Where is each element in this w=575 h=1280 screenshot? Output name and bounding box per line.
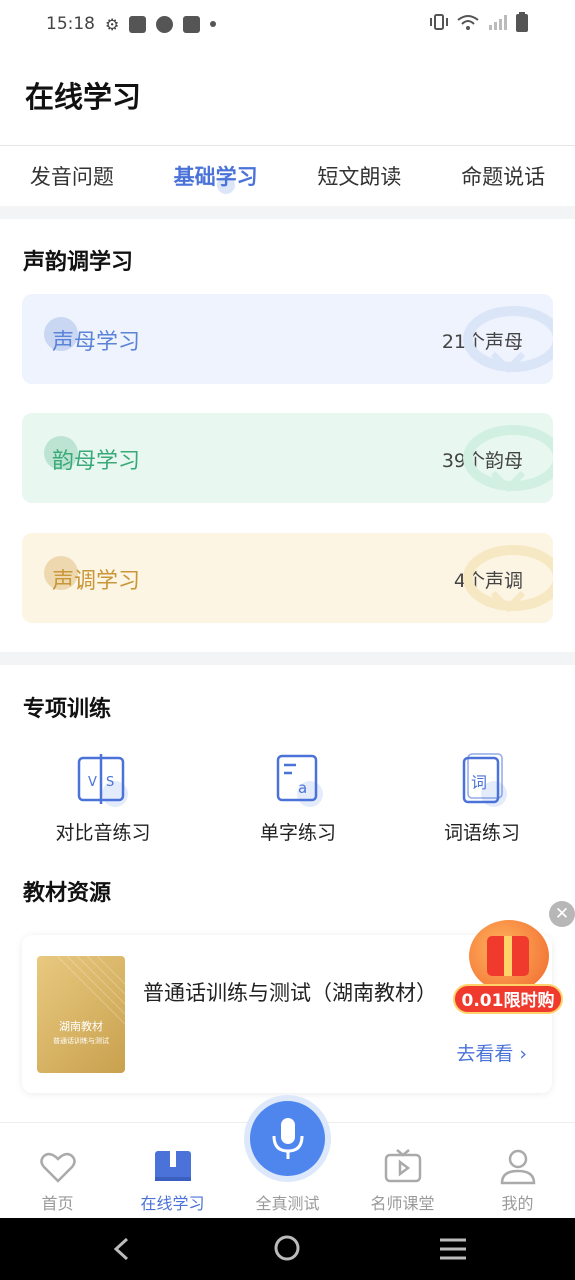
divider [0,652,575,665]
back-icon[interactable] [110,1236,134,1262]
page-header: 在线学习 [0,48,575,146]
training-label: 词语练习 [443,822,520,844]
card-tones[interactable]: 声调学习 4个声调 [22,533,553,623]
tabbar-mine[interactable]: 我的 [460,1123,575,1219]
system-navbar [0,1218,575,1280]
home-icon[interactable] [273,1234,301,1262]
menu-icon[interactable] [438,1236,468,1262]
tab-label: 基础学习 [173,165,258,189]
tabbar-home[interactable]: 首页 [0,1123,115,1219]
training-contrast[interactable]: VS 对比音练习 [23,750,183,845]
svg-text:a: a [298,779,307,797]
tab-short-reading[interactable]: 短文朗读 [288,161,432,191]
more-dot-icon [210,21,217,27]
person-icon [500,1149,536,1185]
training-single-char[interactable]: a 单字练习 [218,750,378,845]
card-label: 声母学习 [52,330,141,355]
svg-text:词: 词 [471,773,487,792]
section-title-materials: 教材资源 [23,881,112,906]
tv-icon [384,1149,422,1183]
training-words[interactable]: 词 词语练习 [402,750,562,845]
section-title-tones: 声韵调学习 [23,250,134,275]
page-title: 在线学习 [25,80,142,114]
heart-icon [40,1152,76,1183]
notification-icon [129,15,147,33]
tabbar-master-class[interactable]: 名师课堂 [345,1123,460,1219]
card-initials[interactable]: 声母学习 21个声母 [22,294,553,384]
bag-icon [183,15,201,33]
tab-basic-study[interactable]: 基础学习 [144,161,288,194]
svg-text:V: V [88,775,97,790]
vibrate-icon [429,13,449,35]
book-title: 普通话训练与测试（湖南教材） [143,981,437,1005]
single-char-icon: a [268,750,328,810]
category-tabs: 发音问题 基础学习 短文朗读 命题说话 [0,146,575,206]
tabbar-label: 名师课堂 [370,1194,435,1213]
decoration-icon [463,545,553,613]
tab-pronunciation[interactable]: 发音问题 [0,161,144,191]
section-title-training: 专项训练 [23,697,112,722]
card-label: 声调学习 [52,569,141,594]
decoration-icon [463,306,553,374]
training-label: 单字练习 [259,822,336,844]
svg-text:S: S [106,775,114,790]
signal-icon [487,14,507,35]
battery-icon [515,11,529,37]
mic-icon [272,1118,304,1159]
settings-icon: ⚙ [105,14,120,34]
promo-badge[interactable]: 0.01限时购 [453,918,563,1018]
promo-label: 0.01限时购 [453,984,563,1014]
vs-icon: VS [73,750,133,810]
divider [0,206,575,219]
status-bar: 15:18 ⚙ [0,0,575,48]
check-icon [156,15,174,33]
view-more-link[interactable]: 去看看 › [456,1039,527,1066]
decoration-icon [463,425,553,493]
gift-box-icon [487,936,529,976]
tab-topic-speaking[interactable]: 命题说话 [431,161,575,191]
cover-pattern-icon [56,956,125,1025]
card-finals[interactable]: 韵母学习 39个韵母 [22,413,553,503]
mic-button[interactable] [250,1101,325,1176]
tabbar-label: 全真测试 [255,1194,320,1213]
cover-subtitle: 普通话训练与测试 [53,1037,109,1045]
tabbar-label: 首页 [41,1194,74,1213]
wifi-icon [457,14,479,35]
tabbar-label: 我的 [501,1194,534,1213]
status-time: 15:18 [46,14,95,34]
training-grid: VS 对比音练习 a 单字练习 词 词语练习 [0,750,575,850]
training-label: 对比音练习 [55,822,151,844]
tabbar-online-study[interactable]: 在线学习 [115,1123,230,1219]
card-label: 韵母学习 [52,449,141,474]
word-icon: 词 [452,750,512,810]
tabbar-label: 在线学习 [140,1194,205,1213]
cover-title: 湖南教材 [59,1020,103,1033]
book-cover: 湖南教材 普通话训练与测试 [37,956,125,1073]
book-icon [155,1151,191,1181]
